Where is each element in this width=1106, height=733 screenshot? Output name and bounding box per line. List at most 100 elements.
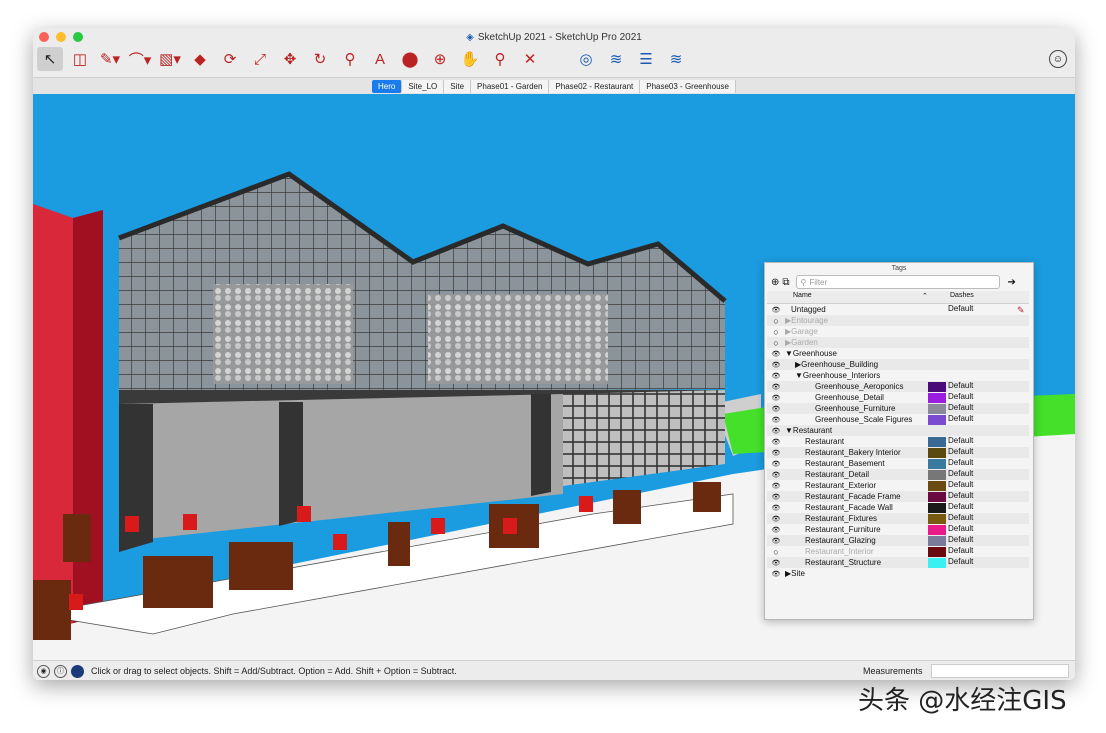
eye-icon[interactable]: 👁 — [767, 427, 785, 435]
tag-row[interactable]: 👁 ▼Greenhouse — [767, 348, 1029, 359]
tag-row[interactable]: 👁 ▶Greenhouse_Building — [767, 359, 1029, 370]
tag-color-swatch[interactable] — [928, 448, 946, 458]
maximize-button[interactable] — [73, 32, 83, 42]
tag-row[interactable]: 👁 Restaurant_Glazing Default — [767, 535, 1029, 546]
tag-row[interactable]: 👁 Restaurant_Facade Frame Default — [767, 491, 1029, 502]
rotate-icon[interactable]: ↻ — [307, 47, 333, 71]
tag-color-swatch[interactable] — [928, 481, 946, 491]
tag-dashes[interactable]: Default — [948, 502, 973, 511]
tag-dashes[interactable]: Default — [948, 524, 973, 533]
tape-measure-icon[interactable]: ⚲ — [337, 47, 363, 71]
tag-color-swatch[interactable] — [928, 415, 946, 425]
scene-tab[interactable]: Site — [444, 79, 472, 93]
tag-dashes[interactable]: Default — [948, 546, 973, 555]
hidden-eye-icon[interactable]: ○ — [767, 547, 785, 557]
tag-color-swatch[interactable] — [928, 558, 946, 568]
tag-row[interactable]: 👁 Restaurant Default — [767, 436, 1029, 447]
tag-row[interactable]: ○ Restaurant_Interior Default — [767, 546, 1029, 557]
tag-row[interactable]: 👁 ▼Restaurant — [767, 425, 1029, 436]
eye-icon[interactable]: 👁 — [767, 394, 785, 402]
warehouse-icon[interactable]: ◎ — [573, 47, 599, 71]
offset-icon[interactable]: ⟳ — [217, 47, 243, 71]
add-tag-icon[interactable]: ⊕ — [771, 277, 779, 288]
scene-tab[interactable]: Phase01 - Garden — [471, 79, 550, 93]
tag-color-swatch[interactable] — [928, 470, 946, 480]
zoom-extents-icon[interactable]: ✕ — [517, 47, 543, 71]
eye-icon[interactable]: 👁 — [767, 361, 785, 369]
details-arrow-icon[interactable]: ➔ — [1008, 277, 1016, 288]
tag-color-swatch[interactable] — [928, 382, 946, 392]
text-icon[interactable]: A — [367, 47, 393, 71]
tag-row[interactable]: 👁 ▶Site — [767, 568, 1029, 579]
scene-tab[interactable]: Phase03 - Greenhouse — [640, 79, 736, 93]
tag-row[interactable]: 👁 Restaurant_Detail Default — [767, 469, 1029, 480]
move-icon[interactable]: ✥ — [277, 47, 303, 71]
hidden-eye-icon[interactable]: ○ — [767, 338, 785, 348]
tag-color-swatch[interactable] — [928, 492, 946, 502]
zoom-icon[interactable]: ⚲ — [487, 47, 513, 71]
eye-icon[interactable]: 👁 — [767, 405, 785, 413]
push-pull-icon[interactable]: ◆ — [187, 47, 213, 71]
name-column-header[interactable]: Name — [793, 292, 812, 299]
scene-tab[interactable]: Phase02 - Restaurant — [549, 79, 641, 93]
tag-dashes[interactable]: Default — [948, 403, 973, 412]
tag-row[interactable]: 👁 ▼Greenhouse_Interiors — [767, 370, 1029, 381]
tag-dashes[interactable]: Default — [948, 557, 973, 566]
tag-row[interactable]: ○ ▶Garden — [767, 337, 1029, 348]
eye-icon[interactable]: 👁 — [767, 372, 785, 380]
add-folder-icon[interactable]: ⧉ — [782, 277, 789, 288]
eye-icon[interactable]: 👁 — [767, 526, 785, 534]
tag-dashes[interactable]: Default — [948, 513, 973, 522]
credits-icon[interactable]: ⓘ — [54, 664, 67, 678]
tag-row[interactable]: 👁 Restaurant_Exterior Default — [767, 480, 1029, 491]
tag-row[interactable]: 👁 Restaurant_Structure Default — [767, 557, 1029, 568]
tag-row[interactable]: 👁 Greenhouse_Scale Figures Default — [767, 414, 1029, 425]
paint-bucket-icon[interactable]: ⬤ — [397, 47, 423, 71]
eye-icon[interactable]: 👁 — [767, 559, 785, 567]
tag-color-swatch[interactable] — [928, 547, 946, 557]
eye-icon[interactable]: 👁 — [767, 493, 785, 501]
pencil-icon[interactable]: ✎▾ — [97, 47, 123, 71]
eye-icon[interactable]: 👁 — [767, 383, 785, 391]
dashes-column-header[interactable]: Dashes — [950, 292, 974, 299]
eye-icon[interactable]: 👁 — [767, 460, 785, 468]
tag-dashes[interactable]: Default — [948, 458, 973, 467]
tag-dashes[interactable]: Default — [948, 392, 973, 401]
tag-row[interactable]: 👁 Greenhouse_Aeroponics Default — [767, 381, 1029, 392]
eye-icon[interactable]: 👁 — [767, 482, 785, 490]
close-button[interactable] — [39, 32, 49, 42]
tag-color-swatch[interactable] — [928, 437, 946, 447]
tag-row[interactable]: 👁 Untagged Default — [767, 304, 1029, 315]
eye-icon[interactable]: 👁 — [767, 471, 785, 479]
scene-tab[interactable]: Site_LO — [402, 79, 445, 93]
eye-icon[interactable]: 👁 — [767, 350, 785, 358]
tag-dashes[interactable]: Default — [948, 447, 973, 456]
account-icon[interactable]: ☺ — [1049, 50, 1067, 68]
tag-color-swatch[interactable] — [928, 459, 946, 469]
tag-color-swatch[interactable] — [928, 514, 946, 524]
extension-warehouse-icon[interactable]: ≋ — [603, 47, 629, 71]
eye-icon[interactable]: 👁 — [767, 438, 785, 446]
tag-dashes[interactable]: Default — [948, 469, 973, 478]
pan-icon[interactable]: ✋ — [457, 47, 483, 71]
tags-filter-input[interactable]: ⚲ Filter — [795, 275, 1000, 289]
eye-icon[interactable]: 👁 — [767, 537, 785, 545]
tag-color-swatch[interactable] — [928, 503, 946, 513]
tag-color-swatch[interactable] — [928, 404, 946, 414]
arc-icon[interactable]: ⌒▾ — [127, 47, 153, 71]
eraser-icon[interactable]: ◫ — [67, 47, 93, 71]
geo-location-icon[interactable]: ◉ — [37, 664, 50, 678]
rectangle-icon[interactable]: ▧▾ — [157, 47, 183, 71]
tag-dashes[interactable]: Default — [948, 414, 973, 423]
model-viewport[interactable]: Tags ⊕ ⧉ ⚲ Filter ➔ Name ⌃ Dashes 👁 Untag… — [33, 94, 1075, 660]
tag-row[interactable]: 👁 Restaurant_Basement Default — [767, 458, 1029, 469]
measurements-input[interactable] — [931, 664, 1069, 678]
eye-icon[interactable]: 👁 — [767, 504, 785, 512]
tag-dashes[interactable]: Default — [948, 304, 973, 313]
eye-icon[interactable]: 👁 — [767, 515, 785, 523]
tag-row[interactable]: 👁 Greenhouse_Furniture Default — [767, 403, 1029, 414]
orbit-icon[interactable]: ⊕ — [427, 47, 453, 71]
minimize-button[interactable] — [56, 32, 66, 42]
select-arrow-icon[interactable]: ↖ — [37, 47, 63, 71]
layers-icon[interactable]: ☰ — [633, 47, 659, 71]
